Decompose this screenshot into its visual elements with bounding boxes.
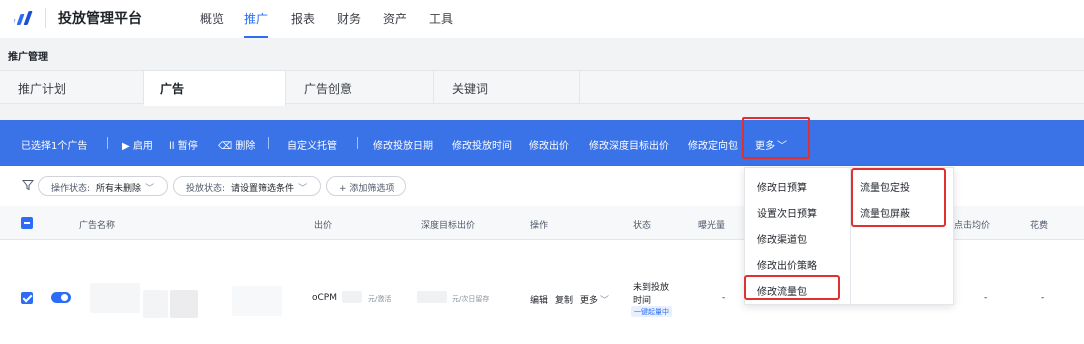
row-checkbox[interactable] xyxy=(21,292,33,304)
col-avg-click-price: 点击均价 xyxy=(954,221,991,231)
add-filter-button[interactable]: + 添加筛选项 xyxy=(326,176,406,196)
row-bid-type: oCPM xyxy=(312,293,337,303)
action-divider xyxy=(268,137,269,149)
nav-assets[interactable]: 资产 xyxy=(383,10,407,27)
pause-button[interactable]: ll 暂停 xyxy=(169,137,198,152)
row-impressions: - xyxy=(722,293,726,303)
edit-targeting-button[interactable]: 修改定向包 xyxy=(688,137,738,152)
redacted-thumbnail xyxy=(170,290,198,318)
custom-hosting-button[interactable]: 自定义托管 xyxy=(287,137,337,152)
col-deep-bid: 深度目标出价 xyxy=(421,221,476,231)
tab-creatives[interactable]: 广告创意 xyxy=(286,71,434,104)
tab-keywords[interactable]: 关键词 xyxy=(434,71,580,104)
logo-divider xyxy=(45,8,46,28)
enable-button[interactable]: ▶ 启用 xyxy=(122,137,153,152)
redacted-value xyxy=(342,291,362,303)
edit-bid-button[interactable]: 修改出价 xyxy=(529,137,569,152)
nav-reports[interactable]: 报表 xyxy=(291,10,315,27)
chevron-down-icon: ﹀ xyxy=(145,184,155,194)
row-enable-toggle[interactable] xyxy=(51,292,71,303)
action-divider xyxy=(357,137,358,149)
nav-finance[interactable]: 财务 xyxy=(337,10,361,27)
row-avg-click-price: - xyxy=(984,293,988,303)
more-button-highlight xyxy=(742,117,810,159)
tab-campaigns[interactable]: 推广计划 xyxy=(0,71,144,104)
submenu-highlight xyxy=(851,168,946,227)
redacted-value xyxy=(417,291,447,303)
filter-value: 所有未删除 xyxy=(96,184,142,194)
menu-edit-daily-budget[interactable]: 修改日预算 xyxy=(757,179,807,194)
col-ad-name: 广告名称 xyxy=(79,221,116,231)
select-all-checkbox[interactable] xyxy=(21,217,33,229)
row-status-line1: 未到投放 xyxy=(633,283,670,293)
filter-icon[interactable] xyxy=(22,179,34,191)
traffic-package-highlight xyxy=(744,275,840,300)
menu-edit-bid-strategy[interactable]: 修改出价策略 xyxy=(757,257,817,272)
edit-deep-bid-button[interactable]: 修改深度目标出价 xyxy=(589,137,669,152)
row-more-link[interactable]: 更多 ﹀ xyxy=(580,293,609,306)
edit-date-button[interactable]: 修改投放日期 xyxy=(373,137,433,152)
filter-value: 请设置筛选条件 xyxy=(231,184,295,194)
status-badge: 一键起量中 xyxy=(631,306,672,317)
redacted-text xyxy=(232,286,282,316)
tab-ads[interactable]: 广告 xyxy=(144,71,286,106)
row-cost: - xyxy=(1041,293,1045,303)
col-impressions: 曝光量 xyxy=(698,221,726,231)
redacted-thumbnail xyxy=(143,290,168,318)
top-navbar xyxy=(0,0,1084,38)
menu-set-next-day-budget[interactable]: 设置次日预算 xyxy=(757,205,817,220)
row-edit-link[interactable]: 编辑 xyxy=(530,293,548,306)
col-status: 状态 xyxy=(633,221,652,231)
logo-icon xyxy=(14,11,33,25)
col-operations: 操作 xyxy=(530,221,549,231)
col-bid: 出价 xyxy=(314,221,333,231)
menu-edit-channel-package[interactable]: 修改渠道包 xyxy=(757,231,807,246)
row-deep-bid-unit: 元/次日留存 xyxy=(452,295,490,303)
nav-tools[interactable]: 工具 xyxy=(429,10,453,27)
row-status-line2: 时间 xyxy=(633,296,652,306)
row-copy-link[interactable]: 复制 xyxy=(555,293,573,306)
nav-promotion[interactable]: 推广 xyxy=(244,10,268,27)
redacted-thumbnail xyxy=(90,283,140,313)
filter-label: 投放状态: xyxy=(186,184,226,194)
app-title: 投放管理平台 xyxy=(58,11,142,27)
filter-operation-status[interactable]: 操作状态: 所有未删除 ﹀ xyxy=(38,176,168,196)
nav-overview[interactable]: 概览 xyxy=(200,10,224,27)
row-bid-unit: 元/激活 xyxy=(368,295,392,303)
page-title: 推广管理 xyxy=(8,52,48,63)
selected-count: 已选择1个广告 xyxy=(21,141,88,152)
chevron-down-icon: ﹀ xyxy=(600,296,610,306)
row-more-label: 更多 xyxy=(580,296,599,306)
edit-time-button[interactable]: 修改投放时间 xyxy=(452,137,512,152)
col-cost: 花费 xyxy=(1030,221,1049,231)
delete-button[interactable]: ⌫ 删除 xyxy=(218,137,255,152)
action-divider xyxy=(107,137,108,149)
chevron-down-icon: ﹀ xyxy=(298,184,308,194)
filter-delivery-status[interactable]: 投放状态: 请设置筛选条件 ﹀ xyxy=(173,176,321,196)
filter-label: 操作状态: xyxy=(51,184,91,194)
